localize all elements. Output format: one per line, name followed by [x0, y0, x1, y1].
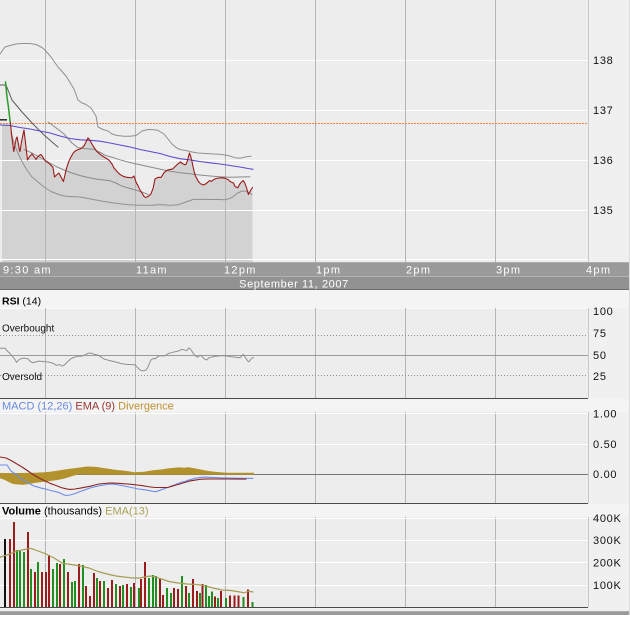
- svg-text:137: 137: [593, 105, 613, 117]
- svg-text:0.50: 0.50: [593, 439, 617, 451]
- svg-text:75: 75: [593, 328, 607, 340]
- svg-text:11am: 11am: [136, 265, 168, 277]
- svg-text:138: 138: [593, 55, 613, 67]
- svg-text:12pm: 12pm: [224, 265, 257, 277]
- svg-text:0.00: 0.00: [593, 469, 617, 481]
- svg-text:50: 50: [593, 350, 607, 362]
- svg-text:4pm: 4pm: [586, 265, 611, 277]
- svg-text:300K: 300K: [593, 535, 622, 547]
- svg-text:Oversold: Oversold: [2, 372, 42, 383]
- svg-text:135: 135: [593, 205, 613, 217]
- svg-text:2pm: 2pm: [406, 265, 431, 277]
- svg-text:100K: 100K: [593, 580, 622, 592]
- svg-text:1.00: 1.00: [593, 409, 617, 421]
- svg-text:100: 100: [593, 306, 613, 318]
- svg-text:September 11, 2007: September 11, 2007: [239, 279, 349, 291]
- svg-text:9:30 am: 9:30 am: [3, 265, 52, 277]
- svg-text:3pm: 3pm: [496, 265, 521, 277]
- svg-text:Overbought: Overbought: [2, 324, 54, 335]
- svg-text:1pm: 1pm: [316, 265, 341, 277]
- svg-text:136: 136: [593, 155, 613, 167]
- svg-text:25: 25: [593, 371, 607, 383]
- svg-text:RSI (14): RSI (14): [2, 296, 41, 308]
- svg-text:MACD (12,26) EMA (9) Divergenc: MACD (12,26) EMA (9) Divergence: [2, 401, 174, 413]
- svg-text:200K: 200K: [593, 558, 622, 570]
- svg-text:400K: 400K: [593, 513, 622, 525]
- svg-text:Volume (thousands) EMA(13): Volume (thousands) EMA(13): [2, 506, 149, 518]
